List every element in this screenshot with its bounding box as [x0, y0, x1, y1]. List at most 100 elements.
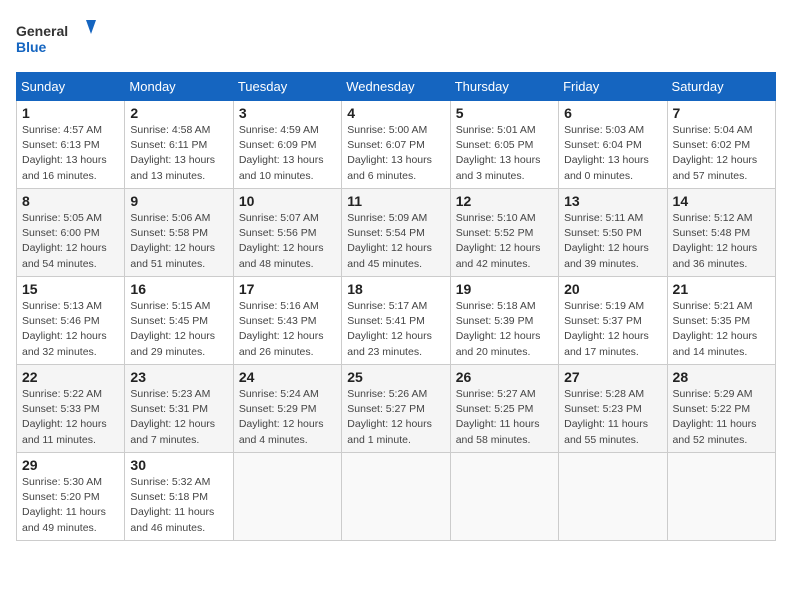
- day-info: Sunrise: 5:22 AM Sunset: 5:33 PM Dayligh…: [22, 387, 119, 448]
- day-info: Sunrise: 5:13 AM Sunset: 5:46 PM Dayligh…: [22, 299, 119, 360]
- calendar-header-cell: Saturday: [667, 73, 775, 101]
- day-number: 11: [347, 193, 444, 209]
- calendar-table: SundayMondayTuesdayWednesdayThursdayFrid…: [16, 72, 776, 541]
- day-info: Sunrise: 5:29 AM Sunset: 5:22 PM Dayligh…: [673, 387, 770, 448]
- day-info: Sunrise: 5:32 AM Sunset: 5:18 PM Dayligh…: [130, 475, 227, 536]
- day-info: Sunrise: 5:01 AM Sunset: 6:05 PM Dayligh…: [456, 123, 553, 184]
- logo: General Blue: [16, 16, 96, 60]
- calendar-body: 1 Sunrise: 4:57 AM Sunset: 6:13 PM Daylig…: [17, 101, 776, 541]
- calendar-day-cell: 22Sunrise: 5:22 AM Sunset: 5:33 PM Dayli…: [17, 365, 125, 453]
- day-info: Sunrise: 5:12 AM Sunset: 5:48 PM Dayligh…: [673, 211, 770, 272]
- day-info: Sunrise: 5:28 AM Sunset: 5:23 PM Dayligh…: [564, 387, 661, 448]
- day-info: Sunrise: 5:03 AM Sunset: 6:04 PM Dayligh…: [564, 123, 661, 184]
- svg-text:General: General: [16, 23, 68, 39]
- day-number: 17: [239, 281, 336, 297]
- page-header: General Blue: [16, 16, 776, 60]
- calendar-day-cell: 12Sunrise: 5:10 AM Sunset: 5:52 PM Dayli…: [450, 189, 558, 277]
- calendar-header-cell: Sunday: [17, 73, 125, 101]
- calendar-day-cell: 11 Sunrise: 5:09 AM Sunset: 5:54 PM Dayli…: [342, 189, 450, 277]
- calendar-day-cell: 3Sunrise: 4:59 AM Sunset: 6:09 PM Daylig…: [233, 101, 341, 189]
- day-number: 10: [239, 193, 336, 209]
- day-info: Sunrise: 5:15 AM Sunset: 5:45 PM Dayligh…: [130, 299, 227, 360]
- day-info: Sunrise: 5:24 AM Sunset: 5:29 PM Dayligh…: [239, 387, 336, 448]
- day-number: 29: [22, 457, 119, 473]
- calendar-day-cell: [450, 453, 558, 541]
- day-number: 18: [347, 281, 444, 297]
- calendar-day-cell: 27 Sunrise: 5:28 AM Sunset: 5:23 PM Dayli…: [559, 365, 667, 453]
- day-number: 6: [564, 105, 661, 121]
- day-number: 14: [673, 193, 770, 209]
- day-number: 20: [564, 281, 661, 297]
- day-info: Sunrise: 5:05 AM Sunset: 6:00 PM Dayligh…: [22, 211, 119, 272]
- calendar-day-cell: [342, 453, 450, 541]
- day-info: Sunrise: 5:26 AM Sunset: 5:27 PM Dayligh…: [347, 387, 444, 448]
- day-number: 7: [673, 105, 770, 121]
- calendar-day-cell: 25Sunrise: 5:26 AM Sunset: 5:27 PM Dayli…: [342, 365, 450, 453]
- calendar-day-cell: 21 Sunrise: 5:21 AM Sunset: 5:35 PM Dayli…: [667, 277, 775, 365]
- day-number: 2: [130, 105, 227, 121]
- calendar-week-row: 22Sunrise: 5:22 AM Sunset: 5:33 PM Dayli…: [17, 365, 776, 453]
- day-number: 26: [456, 369, 553, 385]
- calendar-header-cell: Tuesday: [233, 73, 341, 101]
- calendar-day-cell: 20 Sunrise: 5:19 AM Sunset: 5:37 PM Dayli…: [559, 277, 667, 365]
- day-number: 1: [22, 105, 119, 121]
- calendar-day-cell: 16Sunrise: 5:15 AM Sunset: 5:45 PM Dayli…: [125, 277, 233, 365]
- day-number: 28: [673, 369, 770, 385]
- day-info: Sunrise: 5:16 AM Sunset: 5:43 PM Dayligh…: [239, 299, 336, 360]
- calendar-day-cell: 23Sunrise: 5:23 AM Sunset: 5:31 PM Dayli…: [125, 365, 233, 453]
- calendar-day-cell: 18 Sunrise: 5:17 AM Sunset: 5:41 PM Dayli…: [342, 277, 450, 365]
- day-number: 19: [456, 281, 553, 297]
- day-info: Sunrise: 5:11 AM Sunset: 5:50 PM Dayligh…: [564, 211, 661, 272]
- calendar-day-cell: 28 Sunrise: 5:29 AM Sunset: 5:22 PM Dayli…: [667, 365, 775, 453]
- day-number: 30: [130, 457, 227, 473]
- calendar-day-cell: 1 Sunrise: 4:57 AM Sunset: 6:13 PM Daylig…: [17, 101, 125, 189]
- day-number: 15: [22, 281, 119, 297]
- calendar-day-cell: 17 Sunrise: 5:16 AM Sunset: 5:43 PM Dayli…: [233, 277, 341, 365]
- calendar-header-cell: Monday: [125, 73, 233, 101]
- day-info: Sunrise: 4:57 AM Sunset: 6:13 PM Dayligh…: [22, 123, 119, 184]
- calendar-week-row: 8 Sunrise: 5:05 AM Sunset: 6:00 PM Daylig…: [17, 189, 776, 277]
- calendar-day-cell: [667, 453, 775, 541]
- calendar-day-cell: 10 Sunrise: 5:07 AM Sunset: 5:56 PM Dayli…: [233, 189, 341, 277]
- calendar-day-cell: 4Sunrise: 5:00 AM Sunset: 6:07 PM Daylig…: [342, 101, 450, 189]
- calendar-day-cell: [559, 453, 667, 541]
- day-info: Sunrise: 4:59 AM Sunset: 6:09 PM Dayligh…: [239, 123, 336, 184]
- logo-svg: General Blue: [16, 16, 96, 60]
- day-number: 13: [564, 193, 661, 209]
- calendar-day-cell: 24 Sunrise: 5:24 AM Sunset: 5:29 PM Dayli…: [233, 365, 341, 453]
- calendar-day-cell: 8 Sunrise: 5:05 AM Sunset: 6:00 PM Daylig…: [17, 189, 125, 277]
- day-info: Sunrise: 5:09 AM Sunset: 5:54 PM Dayligh…: [347, 211, 444, 272]
- day-info: Sunrise: 5:10 AM Sunset: 5:52 PM Dayligh…: [456, 211, 553, 272]
- day-info: Sunrise: 4:58 AM Sunset: 6:11 PM Dayligh…: [130, 123, 227, 184]
- day-info: Sunrise: 5:17 AM Sunset: 5:41 PM Dayligh…: [347, 299, 444, 360]
- calendar-day-cell: 13 Sunrise: 5:11 AM Sunset: 5:50 PM Dayli…: [559, 189, 667, 277]
- calendar-day-cell: 7 Sunrise: 5:04 AM Sunset: 6:02 PM Daylig…: [667, 101, 775, 189]
- day-info: Sunrise: 5:00 AM Sunset: 6:07 PM Dayligh…: [347, 123, 444, 184]
- svg-text:Blue: Blue: [16, 39, 47, 55]
- day-number: 21: [673, 281, 770, 297]
- calendar-header-cell: Wednesday: [342, 73, 450, 101]
- calendar-day-cell: [233, 453, 341, 541]
- calendar-header-cell: Thursday: [450, 73, 558, 101]
- calendar-day-cell: 5Sunrise: 5:01 AM Sunset: 6:05 PM Daylig…: [450, 101, 558, 189]
- calendar-day-cell: 14 Sunrise: 5:12 AM Sunset: 5:48 PM Dayli…: [667, 189, 775, 277]
- day-info: Sunrise: 5:04 AM Sunset: 6:02 PM Dayligh…: [673, 123, 770, 184]
- calendar-day-cell: 9Sunrise: 5:06 AM Sunset: 5:58 PM Daylig…: [125, 189, 233, 277]
- calendar-header-row: SundayMondayTuesdayWednesdayThursdayFrid…: [17, 73, 776, 101]
- calendar-week-row: 1 Sunrise: 4:57 AM Sunset: 6:13 PM Daylig…: [17, 101, 776, 189]
- day-info: Sunrise: 5:23 AM Sunset: 5:31 PM Dayligh…: [130, 387, 227, 448]
- day-info: Sunrise: 5:19 AM Sunset: 5:37 PM Dayligh…: [564, 299, 661, 360]
- calendar-day-cell: 30 Sunrise: 5:32 AM Sunset: 5:18 PM Dayli…: [125, 453, 233, 541]
- day-info: Sunrise: 5:07 AM Sunset: 5:56 PM Dayligh…: [239, 211, 336, 272]
- day-number: 9: [130, 193, 227, 209]
- calendar-header-cell: Friday: [559, 73, 667, 101]
- day-info: Sunrise: 5:27 AM Sunset: 5:25 PM Dayligh…: [456, 387, 553, 448]
- day-info: Sunrise: 5:21 AM Sunset: 5:35 PM Dayligh…: [673, 299, 770, 360]
- calendar-day-cell: 2 Sunrise: 4:58 AM Sunset: 6:11 PM Daylig…: [125, 101, 233, 189]
- day-number: 27: [564, 369, 661, 385]
- day-number: 8: [22, 193, 119, 209]
- calendar-week-row: 29Sunrise: 5:30 AM Sunset: 5:20 PM Dayli…: [17, 453, 776, 541]
- day-number: 24: [239, 369, 336, 385]
- calendar-week-row: 15 Sunrise: 5:13 AM Sunset: 5:46 PM Dayli…: [17, 277, 776, 365]
- calendar-day-cell: 26 Sunrise: 5:27 AM Sunset: 5:25 PM Dayli…: [450, 365, 558, 453]
